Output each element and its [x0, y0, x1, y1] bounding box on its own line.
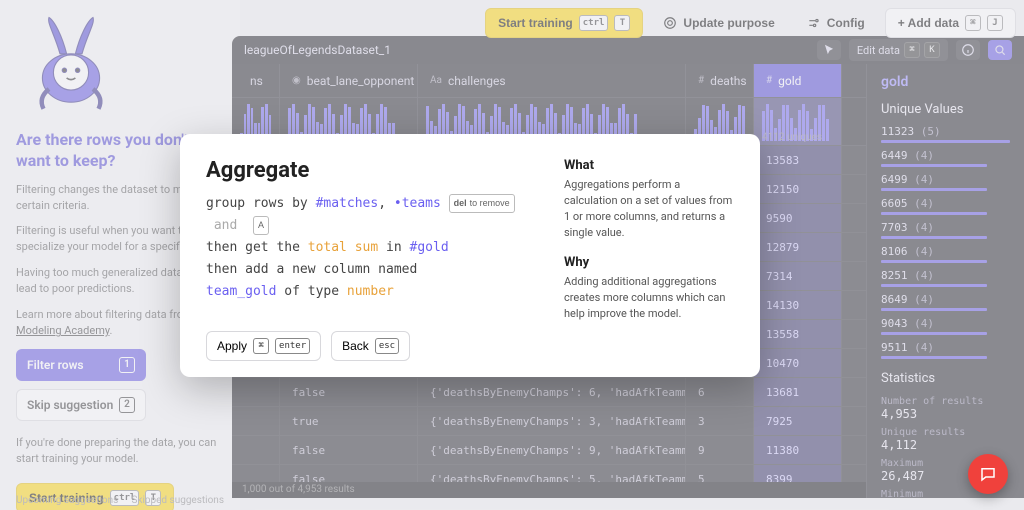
kbd-enter: enter: [275, 338, 310, 354]
apply-button[interactable]: Apply ⌘ enter: [206, 331, 321, 361]
why-heading: Why: [564, 255, 734, 270]
chat-icon: [979, 465, 997, 483]
modal-title: Aggregate: [206, 158, 536, 183]
kbd-cmd-apply: ⌘: [253, 338, 269, 354]
del-to-remove-pill[interactable]: del to remove: [449, 194, 515, 213]
back-label: Back: [342, 339, 369, 353]
aggregate-modal: Aggregate group rows by #matches, •teams…: [180, 134, 760, 377]
back-button[interactable]: Back esc: [331, 331, 410, 361]
aggregate-expression: group rows by #matches, •teams del to re…: [206, 193, 536, 303]
help-fab[interactable]: [968, 454, 1008, 494]
why-text: Adding additional aggregations creates m…: [564, 274, 734, 322]
apply-label: Apply: [217, 339, 247, 353]
add-token-pill[interactable]: A: [253, 216, 269, 235]
kbd-esc: esc: [375, 338, 399, 354]
what-heading: What: [564, 158, 734, 173]
what-text: Aggregations perform a calculation on a …: [564, 177, 734, 241]
